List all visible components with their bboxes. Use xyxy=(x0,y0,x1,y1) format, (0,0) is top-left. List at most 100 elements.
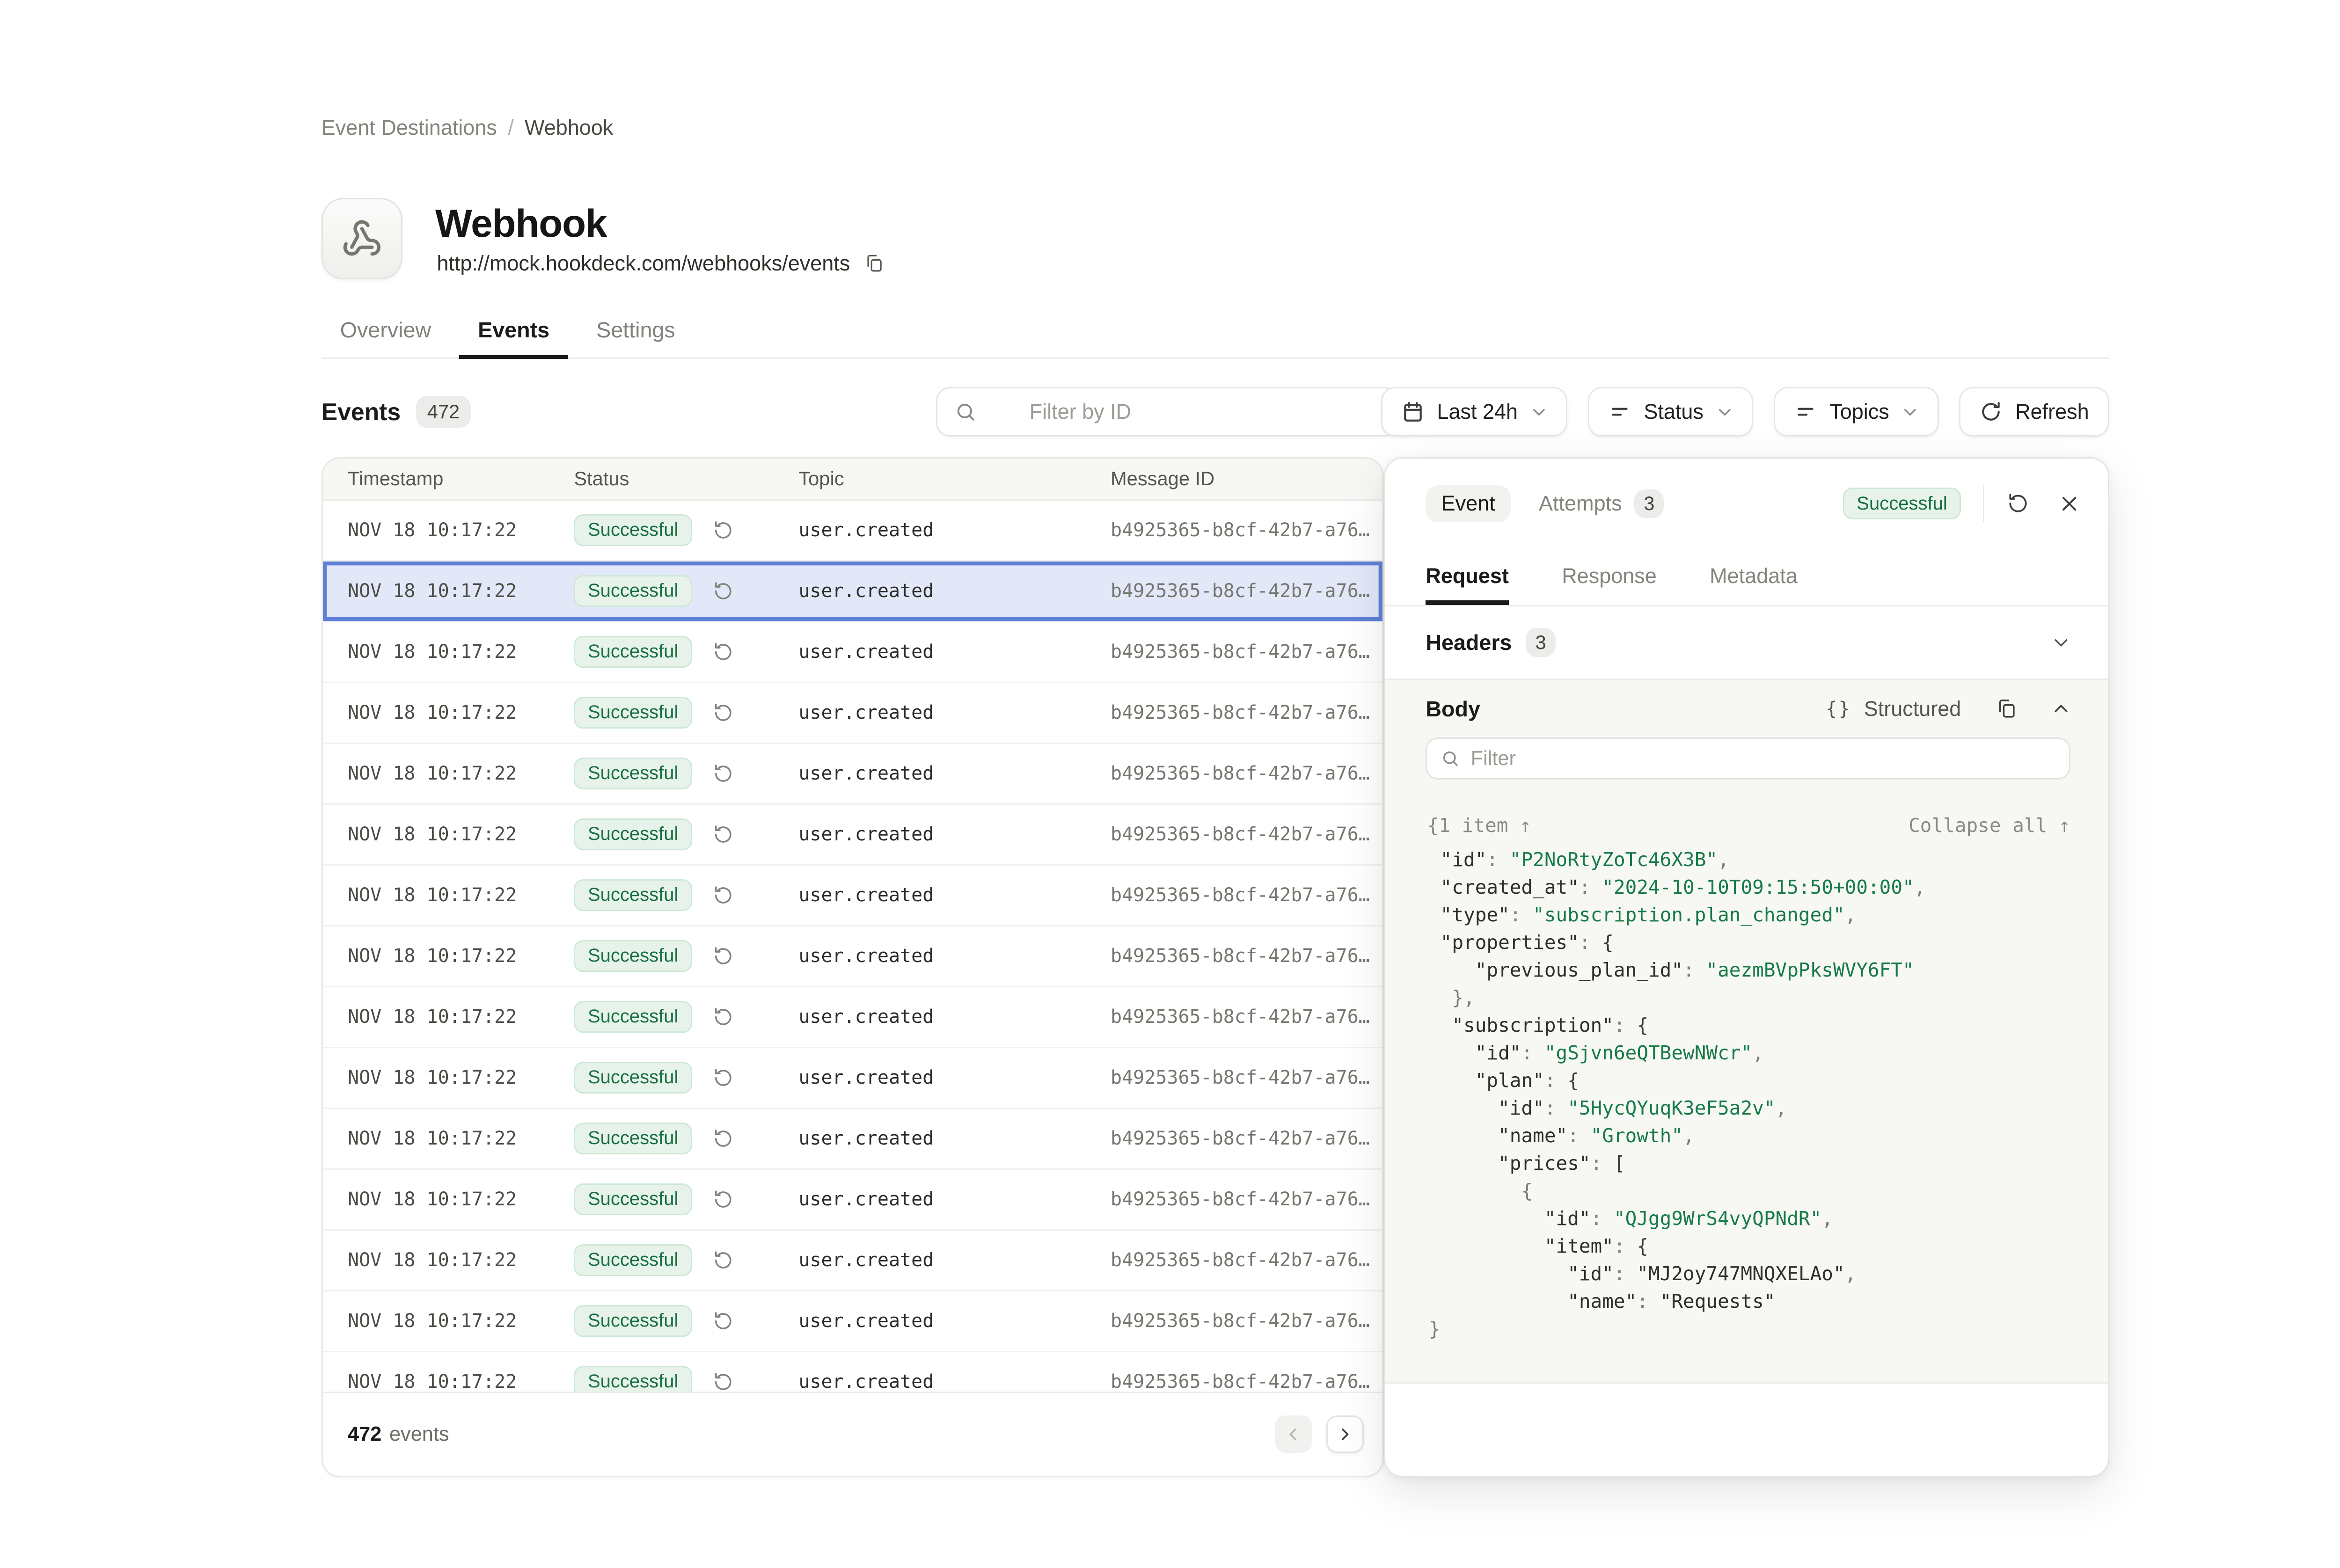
event-detail-panel: Event Attempts 3 Successful Request Resp… xyxy=(1384,457,2109,1477)
table-row[interactable]: NOV 18 10:17:22Successfuluser.createdb49… xyxy=(323,987,1382,1048)
json-line: "id": "P2NoRtyZoTc46X3B", xyxy=(1429,846,2108,874)
table-row[interactable]: NOV 18 10:17:22Successfuluser.createdb49… xyxy=(323,501,1382,562)
row-message-id: b4925365-b8cf-42b7-a76… xyxy=(1111,580,1370,602)
status-badge: Successful xyxy=(574,1062,692,1094)
table-row[interactable]: NOV 18 10:17:22Successfuluser.createdb49… xyxy=(323,562,1382,622)
row-topic: user.created xyxy=(798,1128,934,1149)
copy-url-icon[interactable] xyxy=(864,253,884,273)
row-topic: user.created xyxy=(798,1371,934,1393)
calendar-icon xyxy=(1401,400,1425,423)
tab-metadata[interactable]: Metadata xyxy=(1710,564,1798,605)
retry-icon[interactable] xyxy=(712,519,734,541)
tab-settings[interactable]: Settings xyxy=(578,303,694,357)
table-row[interactable]: NOV 18 10:17:22Successfuluser.createdb49… xyxy=(323,1352,1382,1394)
json-line: { xyxy=(1429,1177,2108,1205)
table-row[interactable]: NOV 18 10:17:22Successfuluser.createdb49… xyxy=(323,744,1382,805)
retry-icon[interactable] xyxy=(712,884,734,906)
refresh-button[interactable]: Refresh xyxy=(1959,387,2109,437)
tab-request[interactable]: Request xyxy=(1426,564,1509,605)
table-row[interactable]: NOV 18 10:17:22Successfuluser.createdb49… xyxy=(323,1291,1382,1352)
table-row[interactable]: NOV 18 10:17:22Successfuluser.createdb49… xyxy=(323,805,1382,866)
row-topic: user.created xyxy=(798,580,934,602)
tab-overview[interactable]: Overview xyxy=(322,303,450,357)
status-badge: Successful xyxy=(574,940,692,972)
row-message-id: b4925365-b8cf-42b7-a76… xyxy=(1111,1067,1370,1088)
chevron-down-icon xyxy=(1716,403,1733,421)
retry-icon[interactable] xyxy=(712,824,734,846)
row-message-id: b4925365-b8cf-42b7-a76… xyxy=(1111,1310,1370,1332)
table-row[interactable]: NOV 18 10:17:22Successfuluser.createdb49… xyxy=(323,683,1382,744)
chevron-down-icon xyxy=(1901,403,1919,421)
chevron-down-icon[interactable] xyxy=(2052,633,2070,652)
table-row[interactable]: NOV 18 10:17:22Successfuluser.createdb49… xyxy=(323,1231,1382,1291)
structured-mode-label[interactable]: Structured xyxy=(1864,697,1961,721)
row-topic: user.created xyxy=(798,763,934,784)
row-message-id: b4925365-b8cf-42b7-a76… xyxy=(1111,1371,1370,1393)
table-row[interactable]: NOV 18 10:17:22Successfuluser.createdb49… xyxy=(323,1048,1382,1109)
close-panel-icon[interactable] xyxy=(2059,494,2079,514)
row-topic: user.created xyxy=(798,1189,934,1210)
retry-icon[interactable] xyxy=(712,1189,734,1211)
retry-icon[interactable] xyxy=(712,1249,734,1271)
table-row[interactable]: NOV 18 10:17:22Successfuluser.createdb49… xyxy=(323,866,1382,926)
col-status: Status xyxy=(574,467,629,490)
next-page-button[interactable] xyxy=(1326,1415,1364,1453)
json-line: "id": "QJgg9WrS4vyQPNdR", xyxy=(1429,1205,2108,1233)
copy-body-icon[interactable] xyxy=(1996,698,2018,720)
attempts-tab[interactable]: Attempts 3 xyxy=(1539,489,1664,518)
chevron-left-icon xyxy=(1285,1426,1302,1443)
chevron-right-icon xyxy=(1336,1426,1353,1443)
chevron-up-icon[interactable] xyxy=(2052,700,2070,718)
headers-label: Headers xyxy=(1426,630,1512,655)
breadcrumb-parent[interactable]: Event Destinations xyxy=(322,116,497,139)
row-topic: user.created xyxy=(798,519,934,541)
retry-event-icon[interactable] xyxy=(2006,492,2030,515)
table-row[interactable]: NOV 18 10:17:22Successfuluser.createdb49… xyxy=(323,926,1382,987)
retry-icon[interactable] xyxy=(712,1128,734,1150)
retry-icon[interactable] xyxy=(712,641,734,663)
search-input[interactable]: Filter by ID xyxy=(936,387,1398,437)
retry-icon[interactable] xyxy=(712,702,734,724)
table-row[interactable]: NOV 18 10:17:22 Successful user.created b49… xyxy=(323,1109,1382,1170)
tab-events[interactable]: Events xyxy=(459,303,568,357)
retry-icon[interactable] xyxy=(712,1006,734,1028)
time-filter-button[interactable]: Last 24h xyxy=(1381,387,1568,437)
retry-icon[interactable] xyxy=(712,1310,734,1332)
status-filter-button[interactable]: Status xyxy=(1588,387,1754,437)
status-badge: Successful xyxy=(574,758,692,789)
table-body: NOV 18 10:17:22 Successful user.created b49… xyxy=(323,501,1382,1394)
retry-icon[interactable] xyxy=(712,945,734,967)
row-timestamp: NOV 18 10:17:22 xyxy=(348,1128,517,1149)
table-row[interactable]: NOV 18 10:17:22Successfuluser.createdb49… xyxy=(323,1170,1382,1231)
prev-page-button[interactable] xyxy=(1275,1415,1312,1453)
row-topic: user.created xyxy=(798,945,934,967)
structured-braces-icon: {} xyxy=(1826,698,1851,720)
retry-icon[interactable] xyxy=(712,1067,734,1089)
body-filter-input[interactable]: Filter xyxy=(1426,737,2070,780)
row-message-id: b4925365-b8cf-42b7-a76… xyxy=(1111,1128,1370,1149)
status-badge: Successful xyxy=(574,1123,692,1154)
events-count-badge: 472 xyxy=(416,396,470,428)
row-timestamp: NOV 18 10:17:22 xyxy=(348,519,517,541)
json-line: "prices": [ xyxy=(1429,1150,2108,1177)
collapse-all-button[interactable]: Collapse all ↑ xyxy=(1909,814,2070,837)
retry-icon[interactable] xyxy=(712,1371,734,1393)
event-tab-chip[interactable]: Event xyxy=(1426,485,1511,522)
row-message-id: b4925365-b8cf-42b7-a76… xyxy=(1111,1249,1370,1271)
status-badge: Successful xyxy=(574,1244,692,1276)
json-line: "item": { xyxy=(1429,1233,2108,1260)
json-items-label[interactable]: {1 item ↑ xyxy=(1427,814,1531,837)
row-timestamp: NOV 18 10:17:22 xyxy=(348,580,517,602)
breadcrumb: Event Destinations/Webhook xyxy=(322,116,614,140)
row-timestamp: NOV 18 10:17:22 xyxy=(348,702,517,723)
tab-response[interactable]: Response xyxy=(1562,564,1657,605)
retry-icon[interactable] xyxy=(712,580,734,602)
headers-section[interactable]: Headers 3 xyxy=(1385,606,2108,680)
retry-icon[interactable] xyxy=(712,763,734,785)
json-line: "created_at": "2024-10-10T09:15:50+00:00… xyxy=(1429,874,2108,901)
row-topic: user.created xyxy=(798,702,934,723)
table-row[interactable]: NOV 18 10:17:22Successfuluser.createdb49… xyxy=(323,622,1382,683)
row-timestamp: NOV 18 10:17:22 xyxy=(348,1067,517,1088)
json-viewer: "id": "P2NoRtyZoTc46X3B", "created_at": … xyxy=(1429,846,2108,1343)
topics-filter-button[interactable]: Topics xyxy=(1774,387,1939,437)
